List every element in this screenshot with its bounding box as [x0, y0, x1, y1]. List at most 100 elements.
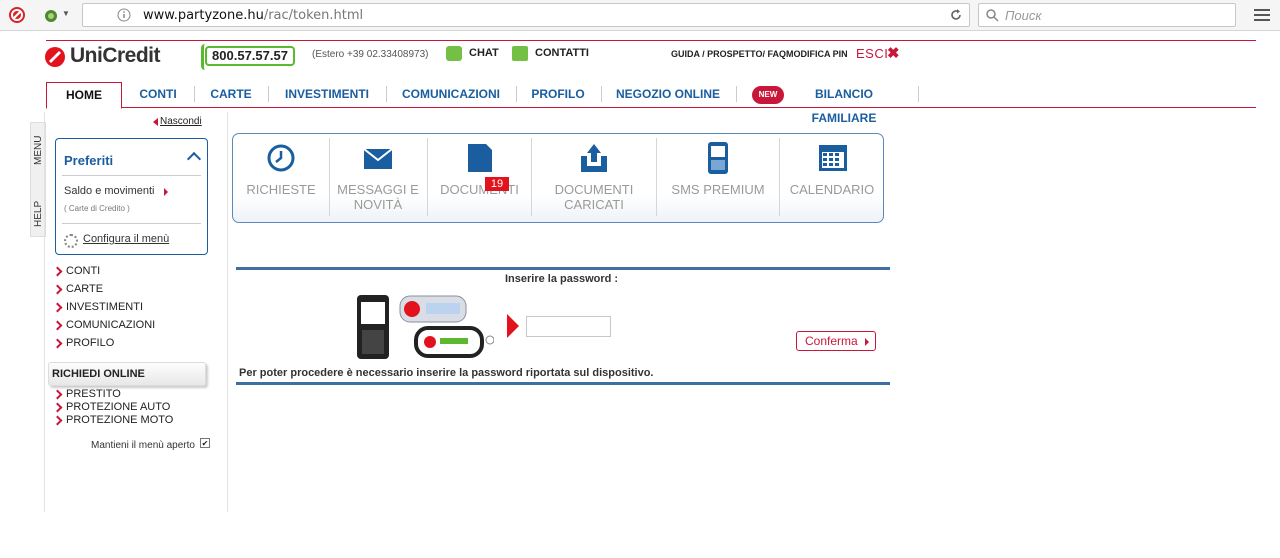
- password-panel-top-border: [236, 267, 890, 270]
- quick-label-line2: CARICATI: [564, 197, 624, 212]
- quick-documenti[interactable]: DOCUMENTI: [428, 134, 531, 222]
- tab-help[interactable]: HELP: [33, 167, 44, 227]
- mail-icon[interactable]: [512, 46, 528, 61]
- richiedi-label: PROTEZIONE AUTO: [66, 401, 171, 413]
- url-path: /rac/token.html: [263, 8, 364, 23]
- mantieni-checkbox[interactable]: ✔: [200, 438, 210, 448]
- side-menu-conti[interactable]: CONTI: [54, 265, 100, 277]
- configura-menu-link[interactable]: Configura il menù: [83, 233, 169, 245]
- chat-link[interactable]: CHAT: [469, 47, 499, 59]
- password-input[interactable]: [526, 316, 611, 337]
- close-icon[interactable]: ✖: [887, 44, 900, 62]
- search-input[interactable]: Поиск: [978, 3, 1236, 27]
- hamburger-menu-icon[interactable]: [1254, 8, 1270, 22]
- reload-icon[interactable]: [949, 8, 963, 22]
- quick-label: DOCUMENTI: [440, 182, 519, 197]
- side-menu-profilo[interactable]: PROFILO: [54, 337, 114, 349]
- quick-label: SMS PREMIUM: [671, 182, 765, 197]
- envelope-icon: [363, 148, 393, 169]
- saldo-movimenti-link[interactable]: Saldo e movimenti: [64, 185, 155, 197]
- nav-divider: [516, 86, 517, 102]
- tab-comunicazioni[interactable]: COMUNICAZIONI: [390, 82, 512, 108]
- chat-icon[interactable]: [446, 46, 462, 61]
- quick-richieste[interactable]: RICHIESTE: [233, 134, 329, 222]
- estero-number: (Estero +39 02.33408973): [312, 49, 429, 60]
- side-menu-label: PROFILO: [66, 337, 115, 349]
- preferiti-title: Preferiti: [64, 153, 114, 168]
- quick-label-line1: MESSAGGI E: [337, 182, 419, 197]
- calendar-icon: [819, 145, 847, 171]
- nav-divider: [386, 86, 387, 102]
- password-panel-bottom-border: [236, 382, 890, 385]
- quick-messaggi[interactable]: MESSAGGI E NOVITÀ: [330, 134, 426, 222]
- tab-negozio-online[interactable]: NEGOZIO ONLINE: [606, 82, 730, 108]
- side-menu-carte[interactable]: CARTE: [54, 283, 103, 295]
- quick-label: RICHIESTE: [246, 182, 316, 197]
- quick-label: DOCUMENTI CARICATI: [532, 182, 656, 212]
- url-text: www.partyzone.hu/rac/token.html: [143, 8, 363, 23]
- richiedi-prestito[interactable]: PRESTITO: [54, 388, 121, 400]
- side-menu-label: COMUNICAZIONI: [66, 319, 156, 331]
- password-title: Inserire la password :: [505, 273, 619, 285]
- divider: [62, 175, 201, 176]
- richiedi-protezione-auto[interactable]: PROTEZIONE AUTO: [54, 401, 170, 413]
- quick-label-line1: DOCUMENTI: [554, 182, 634, 197]
- unicredit-logo-icon: [45, 47, 65, 67]
- carte-credito-label: ( Carte di Credito ): [64, 204, 130, 213]
- tab-investimenti[interactable]: INVESTIMENTI: [272, 82, 382, 108]
- tab-menu[interactable]: MENU: [33, 105, 44, 165]
- quick-calendario[interactable]: CALENDARIO: [780, 134, 884, 222]
- side-menu-label: CONTI: [66, 265, 101, 277]
- side-menu-investimenti[interactable]: INVESTIMENTI: [54, 301, 143, 313]
- sidebar-border: [44, 112, 45, 512]
- page: UniCredit 800.57.57.57 (Estero +39 02.33…: [0, 32, 1280, 558]
- nav-divider: [736, 86, 737, 102]
- token-devices-image: [357, 295, 494, 359]
- address-bar[interactable]: www.partyzone.hu/rac/token.html: [82, 3, 970, 27]
- richiedi-label: PROTEZIONE MOTO: [66, 414, 174, 426]
- esci-link[interactable]: ESCI: [856, 46, 888, 61]
- guida-link[interactable]: GUIDA / PROSPETTO/ FAQ: [671, 49, 786, 59]
- contatti-link[interactable]: CONTATTI: [535, 47, 589, 59]
- quick-label: MESSAGGI E NOVITÀ: [330, 182, 426, 212]
- url-host: www.partyzone.hu: [143, 8, 264, 23]
- info-icon[interactable]: [117, 8, 131, 22]
- upload-icon: [581, 144, 607, 172]
- preferiti-panel: Preferiti Saldo e movimenti ( Carte di C…: [55, 138, 208, 255]
- tab-carte[interactable]: CARTE: [198, 82, 264, 108]
- richiedi-label: PRESTITO: [66, 388, 121, 400]
- tab-bilancio-familiare[interactable]: BILANCIO FAMILIARE: [786, 82, 902, 125]
- quick-documenti-caricati[interactable]: DOCUMENTI CARICATI: [532, 134, 656, 222]
- browser-toolbar: ▼ www.partyzone.hu/rac/token.html Поиск: [0, 0, 1280, 31]
- side-menu-label: INVESTIMENTI: [66, 301, 144, 313]
- mantieni-label: Mantieni il menù aperto: [91, 440, 195, 451]
- quick-label: CALENDARIO: [789, 182, 875, 197]
- nascondi-link[interactable]: Nascondi: [153, 116, 202, 127]
- documenti-count-badge: 19: [485, 177, 509, 191]
- richiedi-protezione-moto[interactable]: PROTEZIONE MOTO: [54, 414, 173, 426]
- nav-divider: [601, 86, 602, 102]
- chevron-up-icon[interactable]: [186, 151, 202, 167]
- tab-home[interactable]: HOME: [46, 82, 122, 109]
- quick-links: RICHIESTE MESSAGGI E NOVITÀ DOCUMENTI DOC…: [232, 133, 884, 223]
- dropdown-arrow-icon[interactable]: ▼: [62, 9, 70, 18]
- richiedi-online-header: RICHIEDI ONLINE: [48, 362, 206, 386]
- document-icon: [468, 144, 492, 172]
- logo-text: UniCredit: [70, 44, 161, 67]
- tab-conti[interactable]: CONTI: [126, 82, 190, 108]
- adblock-icon[interactable]: [8, 6, 26, 24]
- conferma-button[interactable]: Conferma: [796, 331, 876, 351]
- quick-label-line2: NOVITÀ: [353, 197, 403, 212]
- modifica-pin-link[interactable]: MODIFICA PIN: [786, 49, 848, 59]
- sidebar-border: [227, 112, 228, 512]
- password-note: Per poter procedere è necessario inserir…: [239, 367, 654, 379]
- new-badge: NEW: [752, 86, 784, 104]
- clock-icon: [267, 144, 295, 172]
- nav-divider: [194, 86, 195, 102]
- extension-icon[interactable]: [42, 6, 60, 24]
- side-menu-label: CARTE: [66, 283, 104, 295]
- divider: [62, 223, 201, 224]
- tab-profilo[interactable]: PROFILO: [520, 82, 596, 108]
- side-menu-comunicazioni[interactable]: COMUNICAZIONI: [54, 319, 155, 331]
- quick-sms-premium[interactable]: SMS PREMIUM: [657, 134, 779, 222]
